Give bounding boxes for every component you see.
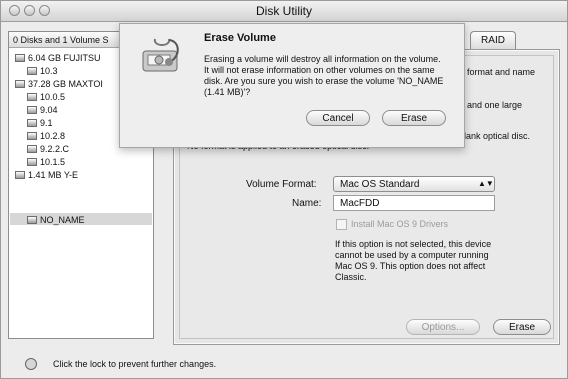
volume-icon bbox=[27, 132, 37, 140]
options-button[interactable]: Options... bbox=[406, 319, 480, 335]
sidebar-item-label: 9.1 bbox=[40, 118, 53, 128]
lock-icon[interactable] bbox=[25, 358, 37, 370]
hard-disk-icon bbox=[15, 54, 25, 62]
disk-utility-icon bbox=[135, 33, 189, 81]
volume-icon bbox=[27, 145, 37, 153]
dialog-title: Erase Volume bbox=[204, 32, 276, 44]
sidebar-item-label: 10.0.5 bbox=[40, 92, 66, 102]
partial-text-1: format and name bbox=[467, 67, 536, 77]
sidebar-item-volume-9-2-2-c[interactable]: 9.2.2.C bbox=[27, 143, 69, 155]
volume-icon bbox=[27, 106, 37, 114]
partial-text-2: and one large bbox=[467, 100, 523, 110]
sidebar-item-volume-no-name[interactable]: NO_NAME bbox=[27, 214, 85, 226]
volume-format-label: Volume Format: bbox=[246, 179, 317, 190]
dialog-erase-button[interactable]: Erase bbox=[382, 110, 446, 126]
volume-format-select[interactable]: Mac OS Standard ▲▼ bbox=[333, 176, 495, 192]
sidebar-item-label: 9.2.2.C bbox=[40, 144, 70, 154]
install-drivers-label: Install Mac OS 9 Drivers bbox=[351, 219, 449, 229]
sidebar-item-disk-maxtor[interactable]: 37.28 GB MAXTOI bbox=[15, 78, 103, 90]
lock-text: Click the lock to prevent further change… bbox=[53, 359, 217, 369]
sidebar-item-label: 9.04 bbox=[40, 105, 58, 115]
name-label: Name: bbox=[292, 198, 322, 209]
sidebar-item-volume-9-04[interactable]: 9.04 bbox=[27, 104, 58, 116]
sidebar-item-volume-10-3[interactable]: 10.3 bbox=[27, 65, 58, 77]
dialog-message: Erasing a volume will destroy all inform… bbox=[204, 54, 444, 97]
erase-volume-dialog: Erase Volume Erasing a volume will destr… bbox=[119, 23, 465, 148]
sidebar-item-label: 10.1.5 bbox=[40, 157, 66, 167]
window-title: Disk Utility bbox=[256, 4, 312, 18]
sidebar-item-label: 1.41 MB Y-E bbox=[28, 170, 79, 180]
volume-icon bbox=[27, 119, 37, 127]
sidebar-item-label: 10.3 bbox=[40, 66, 58, 76]
install-drivers-note: If this option is not selected, this dev… bbox=[335, 239, 492, 282]
tab-raid[interactable]: RAID bbox=[470, 31, 516, 49]
floppy-volume-icon bbox=[27, 216, 37, 224]
dialog-cancel-button[interactable]: Cancel bbox=[306, 110, 370, 126]
volume-icon bbox=[27, 158, 37, 166]
sidebar-item-volume-10-0-5[interactable]: 10.0.5 bbox=[27, 91, 65, 103]
sidebar-item-disk-fujitsu[interactable]: 6.04 GB FUJITSU bbox=[15, 52, 101, 64]
disk-utility-window: Disk Utility 0 Disks and 1 Volume S 6.04… bbox=[0, 0, 568, 379]
install-drivers-checkbox[interactable] bbox=[336, 219, 347, 230]
volume-format-value: Mac OS Standard bbox=[340, 179, 420, 190]
sidebar-item-label: NO_NAME bbox=[40, 215, 85, 225]
volume-name-field[interactable]: MacFDD bbox=[333, 195, 495, 211]
erase-button[interactable]: Erase bbox=[493, 319, 551, 335]
updown-arrow-icon: ▲▼ bbox=[478, 179, 494, 188]
floppy-disk-icon bbox=[15, 171, 25, 179]
volume-icon bbox=[27, 93, 37, 101]
sidebar-item-volume-9-1[interactable]: 9.1 bbox=[27, 117, 53, 129]
sidebar-item-volume-10-1-5[interactable]: 10.1.5 bbox=[27, 156, 65, 168]
sidebar-item-label: 10.2.8 bbox=[40, 131, 66, 141]
sidebar-item-disk-1-41mb[interactable]: 1.41 MB Y-E bbox=[15, 169, 78, 181]
partial-text-3: blank optical disc. bbox=[459, 131, 531, 141]
sidebar-item-label: 37.28 GB MAXTOI bbox=[28, 79, 103, 89]
sidebar-item-volume-10-2-8[interactable]: 10.2.8 bbox=[27, 130, 65, 142]
sidebar-item-label: 6.04 GB FUJITSU bbox=[28, 53, 101, 63]
hard-disk-icon bbox=[15, 80, 25, 88]
title-bar: Disk Utility bbox=[1, 1, 567, 22]
volume-icon bbox=[27, 67, 37, 75]
